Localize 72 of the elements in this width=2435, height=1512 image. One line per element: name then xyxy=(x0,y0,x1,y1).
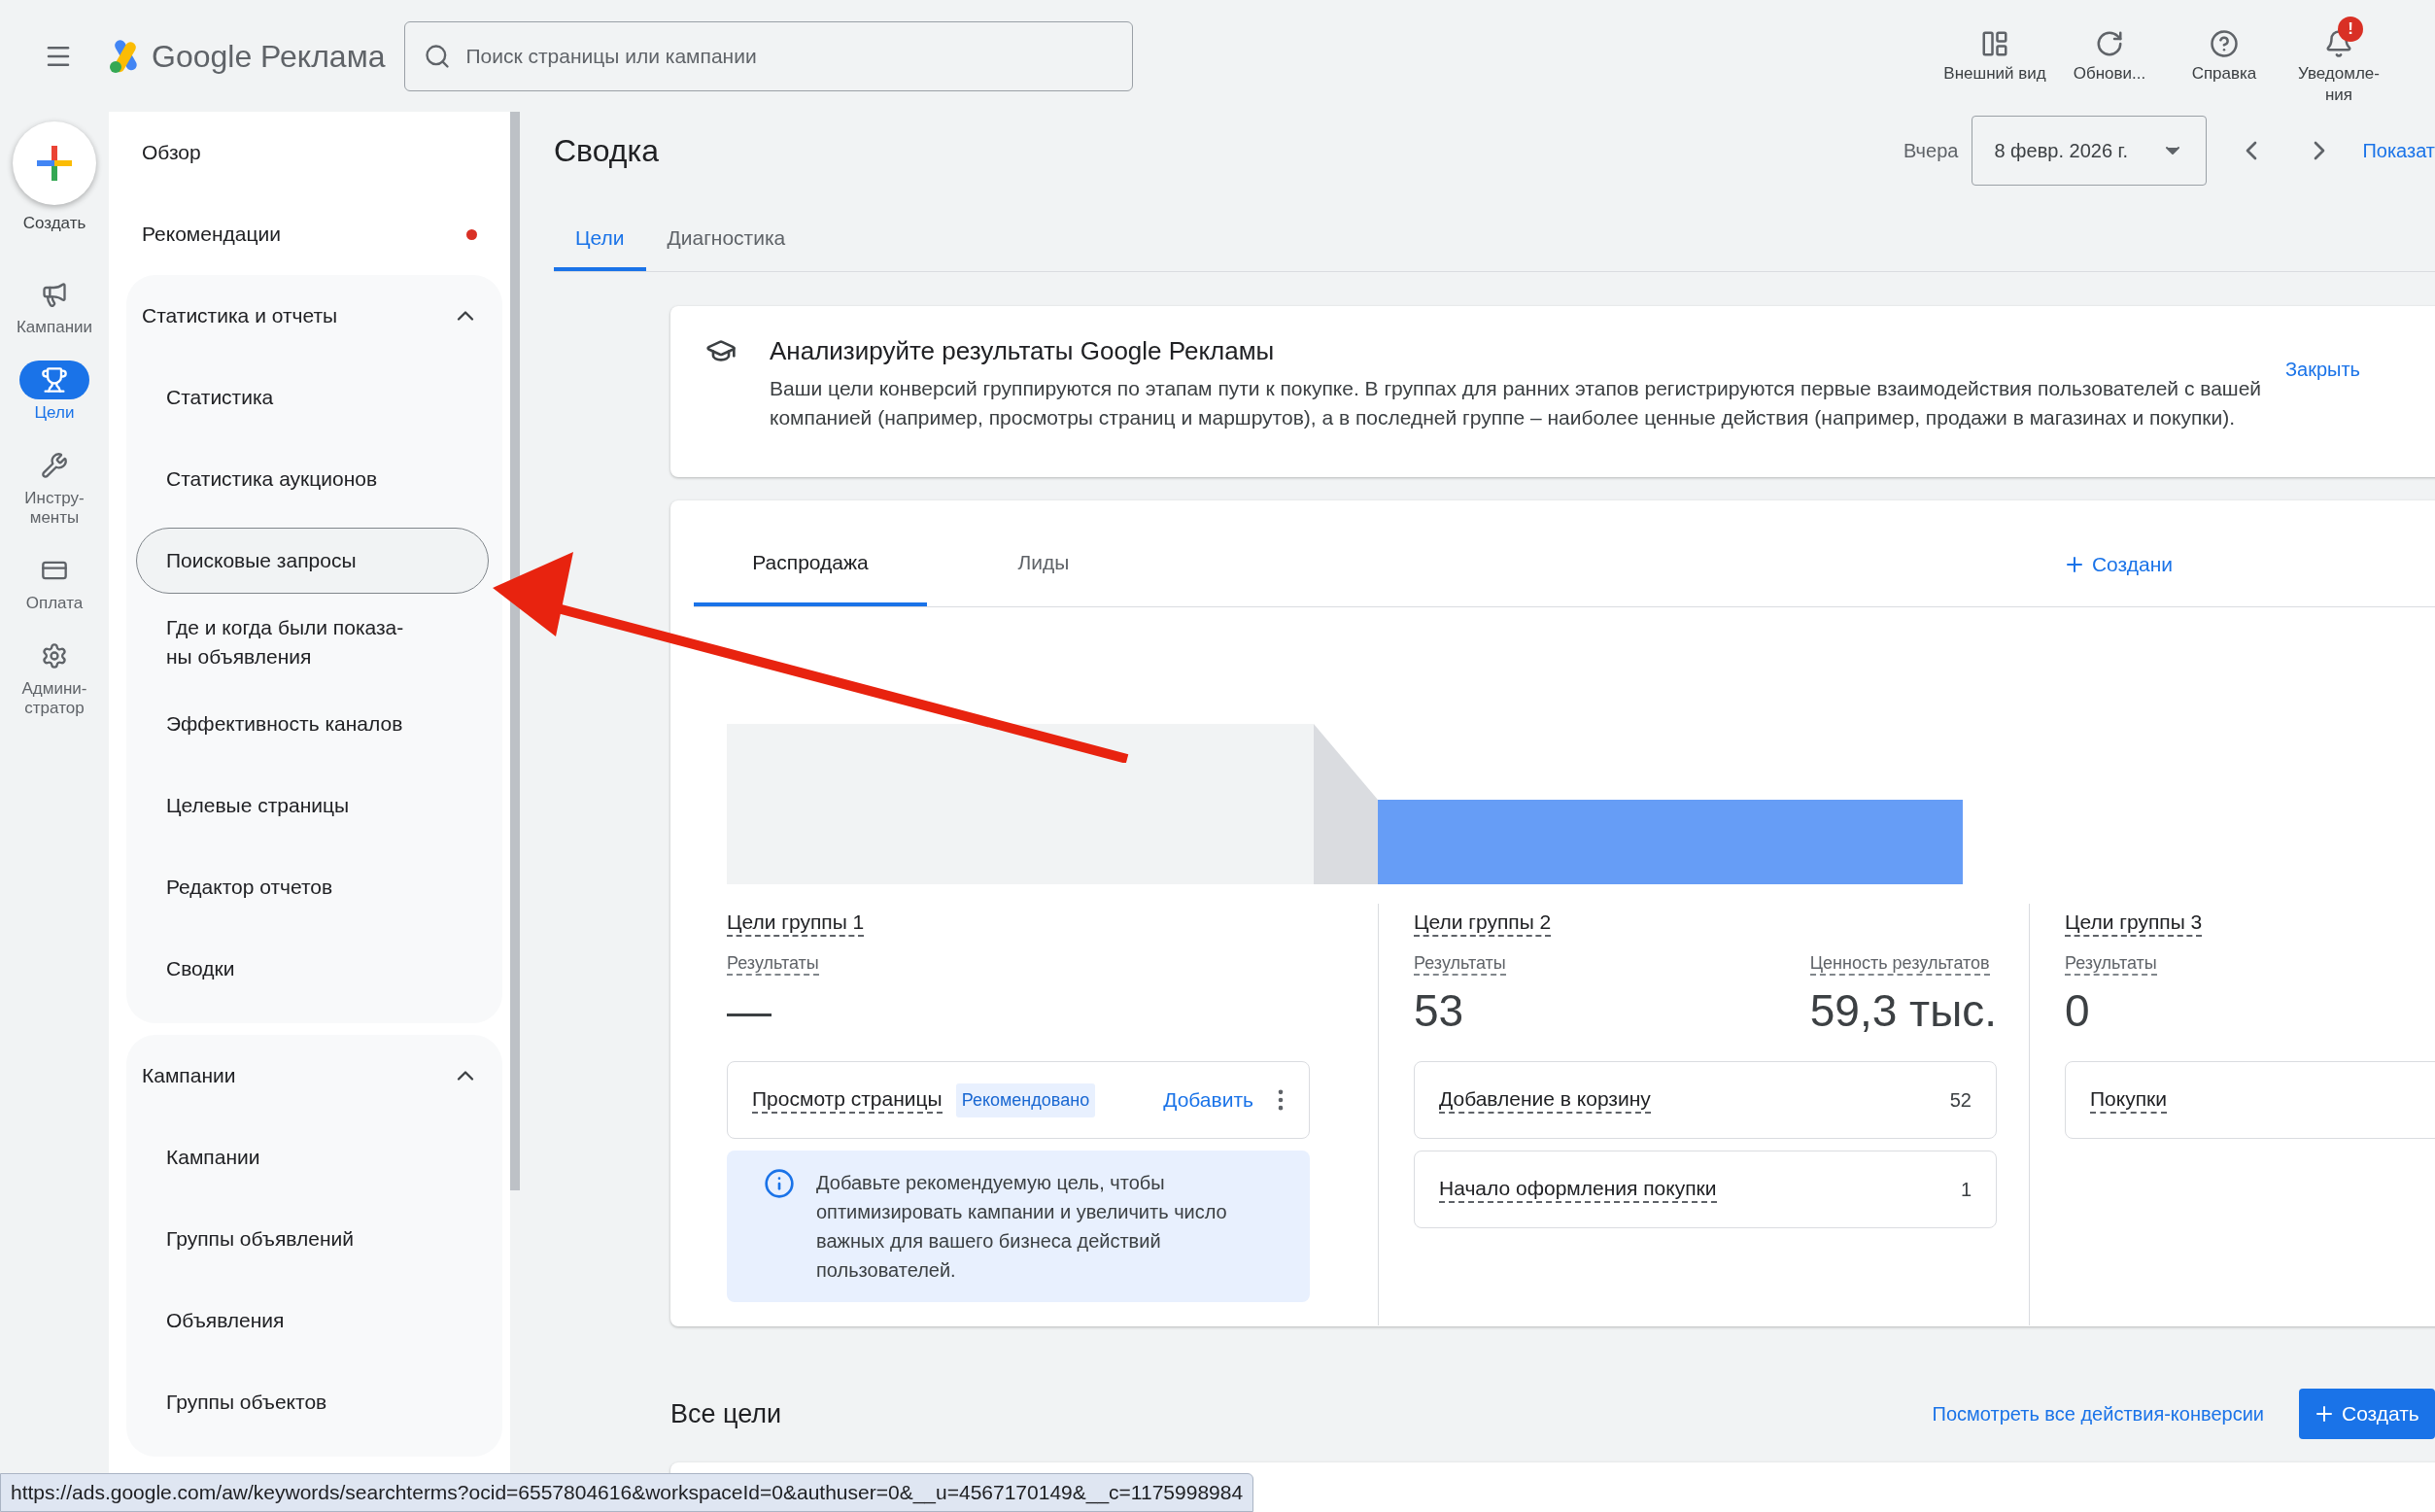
page-title: Сводка xyxy=(554,132,659,170)
sidebar-item[interactable]: Редактор отчетов xyxy=(136,854,489,920)
goal-name[interactable]: Покупки xyxy=(2090,1086,2167,1114)
metric-value: 59,3 тыс. xyxy=(1809,984,1997,1038)
metric-value: 0 xyxy=(2065,984,2090,1038)
metric-label[interactable]: Ценность результатов xyxy=(1809,952,1990,976)
sidebar-item[interactable]: Группы объектов xyxy=(136,1369,489,1435)
create-goal-link[interactable]: Создани xyxy=(2062,523,2173,606)
page-tab[interactable]: Диагностика xyxy=(645,208,807,271)
sidebar-item[interactable]: Группы объявлений xyxy=(136,1206,489,1272)
close-link[interactable]: Закрыть xyxy=(2285,355,2361,384)
metric-value: — xyxy=(727,984,772,1038)
goal-count: 1 xyxy=(1960,1178,1972,1202)
toolbar-button[interactable]: Справка xyxy=(2167,14,2281,85)
goal-name[interactable]: Начало оформления покупки xyxy=(1439,1176,1717,1203)
nav-rail-item[interactable]: Админи- стратор xyxy=(19,636,89,718)
sidebar-item[interactable]: Где и когда были показа- ны объявления xyxy=(136,609,489,675)
notification-badge: ! xyxy=(2338,16,2363,42)
trophy-icon xyxy=(41,365,68,394)
settings-icon xyxy=(41,641,68,670)
page-tab[interactable]: Цели xyxy=(554,208,646,271)
sidebar-item[interactable]: Целевые страницы xyxy=(136,773,489,839)
sidebar-item[interactable]: Кампании xyxy=(136,1124,489,1190)
conversions-link[interactable]: Посмотреть все действия-конверсии xyxy=(1932,1399,2264,1428)
nav-rail-item[interactable]: Оплата xyxy=(19,550,89,613)
metric-label[interactable]: Результаты xyxy=(2065,952,2157,976)
sidebar-group-header[interactable]: Статистика и отчеты xyxy=(126,275,502,357)
info-text: Ваши цели конверсий группируются по этапам пути к покупке. В группах для ранних этапов регистрируются первые взаимодействия пользователей с вашей компанией (например, просмотры страниц и маршрутов), а в последней группе – наиболее ценные действия (например, продажи в магазинах и покупки). xyxy=(770,376,2263,430)
search-field[interactable]: Поиск страницы или кампании xyxy=(404,20,1134,91)
sidebar-item[interactable]: Эффективность каналов xyxy=(136,691,489,757)
help-icon xyxy=(2210,28,2239,58)
recommended-tag: Рекомендовано xyxy=(955,1082,1096,1117)
megaphone-icon xyxy=(41,280,68,308)
note-text: Добавьте рекомендуемую цель, чтобы оптимизировать кампании и увеличить число важных для вашего бизнеса действий пользователей. xyxy=(816,1171,1228,1283)
info-title: Анализируйте результаты Google Рекламы xyxy=(770,335,1276,366)
plus-icon xyxy=(35,144,74,183)
goal-name[interactable]: Добавление в корзину xyxy=(1439,1086,1651,1114)
goal-name[interactable]: Просмотр страницы xyxy=(752,1086,943,1114)
sidebar-item[interactable]: Рекомендации xyxy=(126,193,502,275)
metric-label[interactable]: Результаты xyxy=(727,952,819,976)
info-icon xyxy=(764,1168,795,1199)
date-dropdown[interactable]: 8 февр. 2026 г. xyxy=(1972,116,2208,186)
create-button[interactable]: Создать xyxy=(2299,1389,2435,1439)
sidebar-item[interactable]: Статистика аукционов xyxy=(136,446,489,512)
status-bar: https://ads.google.com/aw/keywords/searchterms?ocid=6557804616&workspaceId=0&authuser=0&__u=4567170149&__c=1175998984 xyxy=(0,1473,1254,1512)
metric-value: 53 xyxy=(1414,984,1464,1038)
nav-rail-item[interactable]: Кампании xyxy=(16,274,93,337)
goal-tab[interactable]: Лиды xyxy=(927,523,1160,606)
scrollbar-thumb[interactable] xyxy=(510,112,520,1190)
toolbar-button[interactable]: Обнови... xyxy=(2052,14,2167,85)
search-icon xyxy=(424,42,452,70)
sidebar-item[interactable]: Обзор xyxy=(126,112,502,193)
sidebar-item[interactable]: Сводки xyxy=(136,936,489,1002)
date-label: Вчера xyxy=(1903,139,1959,163)
goal-tab[interactable]: Распродажа xyxy=(694,523,927,606)
tools-icon xyxy=(41,451,68,479)
add-link[interactable]: Добавить xyxy=(1163,1084,1253,1116)
goal-label[interactable]: Цели группы 3 xyxy=(2065,910,2203,937)
goal-label[interactable]: Цели группы 1 xyxy=(727,910,865,937)
goal-label[interactable]: Цели группы 2 xyxy=(1414,910,1552,937)
sidebar-group-header[interactable]: Кампании xyxy=(126,1035,502,1117)
sidebar-item[interactable]: Объявления xyxy=(136,1288,489,1354)
nav-rail-item[interactable]: Инстру- менты xyxy=(19,445,89,528)
logo-text: Google Реклама xyxy=(152,37,386,76)
metric-label[interactable]: Результаты xyxy=(1414,952,1506,976)
sidebar-item[interactable]: Поисковые запросы xyxy=(136,528,489,594)
toolbar-button[interactable]: ! Уведомле- ния xyxy=(2281,14,2396,106)
toolbar-button[interactable]: Внешний вид xyxy=(1938,14,2052,85)
sidebar-item[interactable]: Статистика xyxy=(136,364,489,430)
goal-count: 52 xyxy=(1949,1088,1972,1113)
section-title: Все цели xyxy=(670,1397,782,1430)
show-link[interactable]: Показат xyxy=(2362,136,2435,165)
